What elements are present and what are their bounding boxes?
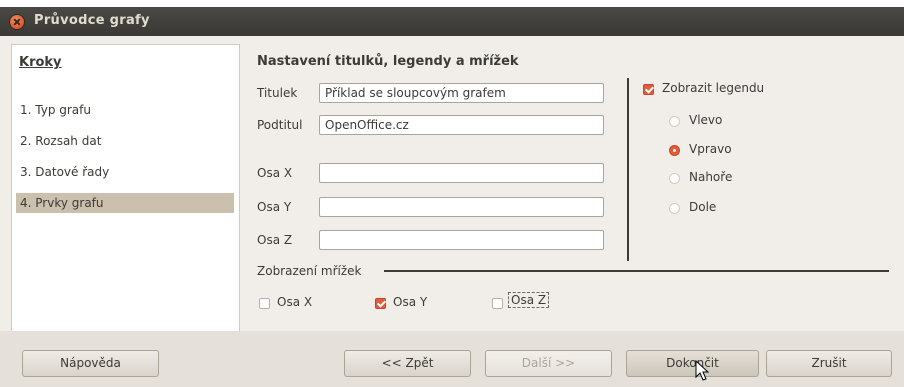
title-label: Titulek — [257, 86, 298, 100]
grid-x-checkbox[interactable] — [259, 298, 270, 309]
show-legend-checkbox[interactable] — [643, 84, 654, 95]
y-axis-title-input[interactable] — [319, 197, 604, 217]
finish-button[interactable]: Dokončit — [626, 350, 759, 377]
legend-bottom-radio[interactable] — [669, 203, 680, 214]
legend-right-radio[interactable] — [669, 145, 680, 156]
legend-left-radio[interactable] — [669, 116, 680, 127]
y-axis-label: Osa Y — [257, 200, 292, 214]
x-axis-label: Osa X — [257, 166, 293, 180]
next-button[interactable]: Další >> — [485, 350, 612, 377]
window-title: Průvodce grafy — [34, 13, 150, 28]
legend-right-label[interactable]: Vpravo — [689, 142, 732, 156]
grid-frame-label: Zobrazení mřížek — [257, 264, 362, 278]
back-button[interactable]: << Zpět — [344, 350, 471, 377]
subtitle-input[interactable] — [319, 115, 604, 135]
button-bar: Nápověda << Zpět Další >> Dokončit Zruši… — [0, 331, 904, 387]
x-axis-title-input[interactable] — [319, 163, 604, 183]
section-title: Nastavení titulků, legendy a mřížek — [257, 54, 519, 69]
legend-left-label[interactable]: Vlevo — [689, 113, 722, 127]
close-icon[interactable] — [10, 15, 24, 29]
grid-z-checkbox[interactable] — [492, 298, 503, 309]
grid-y-checkbox[interactable] — [375, 298, 386, 309]
z-axis-title-input[interactable] — [319, 230, 604, 250]
grid-z-label[interactable]: Osa Z — [508, 292, 550, 308]
steps-heading: Kroky — [19, 55, 62, 70]
z-axis-label: Osa Z — [257, 233, 293, 247]
step-data-range[interactable]: 2. Rozsah dat — [16, 131, 234, 151]
grid-x-label[interactable]: Osa X — [277, 295, 312, 309]
grid-y-label[interactable]: Osa Y — [393, 295, 427, 309]
chart-wizard-dialog: Kroky 1. Typ grafu 2. Rozsah dat 3. Dato… — [0, 36, 904, 387]
subtitle-label: Podtitul — [257, 118, 303, 132]
step-data-series[interactable]: 3. Datové řady — [16, 162, 234, 182]
help-button[interactable]: Nápověda — [22, 350, 159, 377]
show-legend-label[interactable]: Zobrazit legendu — [662, 81, 764, 95]
title-input[interactable] — [319, 83, 604, 103]
step-chart-type[interactable]: 1. Typ grafu — [16, 100, 234, 120]
title-bar: Průvodce grafy — [0, 7, 904, 36]
legend-bottom-label[interactable]: Dole — [689, 200, 716, 214]
steps-panel: Kroky 1. Typ grafu 2. Rozsah dat 3. Dato… — [11, 44, 240, 333]
vertical-separator — [627, 78, 629, 261]
mouse-pointer-icon — [695, 360, 709, 381]
grid-frame-line — [384, 270, 889, 272]
legend-top-radio[interactable] — [669, 173, 680, 184]
step-chart-elements[interactable]: 4. Prvky grafu — [16, 193, 234, 213]
legend-top-label[interactable]: Nahoře — [689, 170, 732, 184]
cancel-button[interactable]: Zrušit — [766, 350, 892, 377]
